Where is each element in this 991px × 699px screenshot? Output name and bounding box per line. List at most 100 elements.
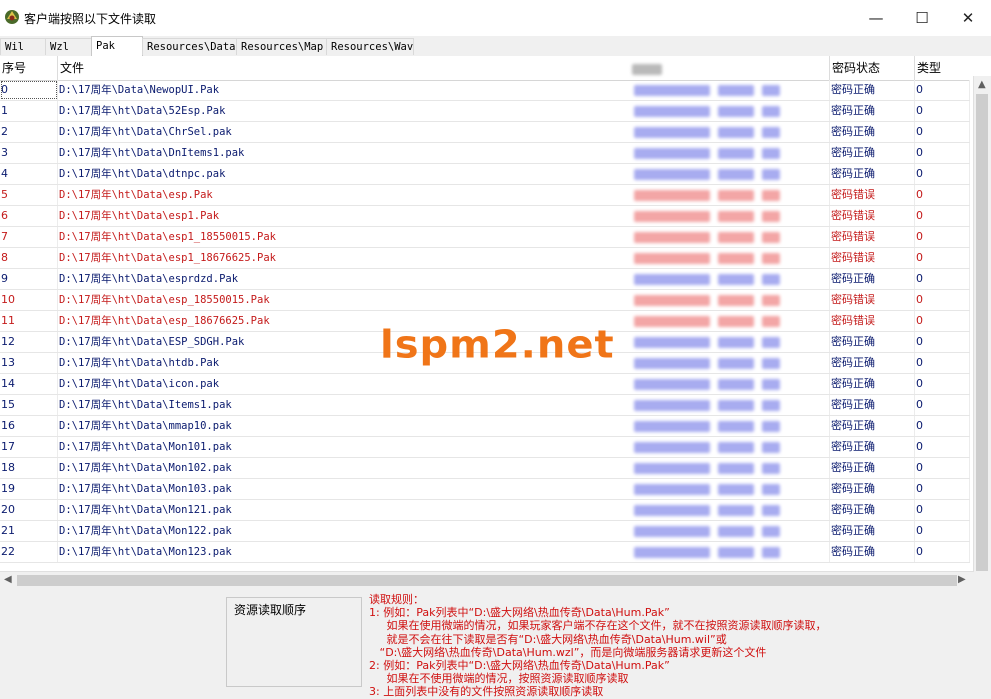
blurred-cell [762, 316, 780, 327]
blurred-cell [634, 379, 710, 390]
blurred-cell [762, 463, 780, 474]
table-row[interactable]: 14 D:\17周年\ht\Data\icon.pak 密码正确 0 [0, 374, 970, 395]
row-password-status: 密码错误 [830, 248, 915, 268]
table-row[interactable]: 8 D:\17周年\ht\Data\esp1_18676625.Pak 密码错误 0 [0, 248, 970, 269]
table-row[interactable]: 10 D:\17周年\ht\Data\esp_18550015.Pak 密码错误 0 [0, 290, 970, 311]
blurred-cell [634, 274, 710, 285]
table-row[interactable]: 7 D:\17周年\ht\Data\esp1_18550015.Pak 密码错误 0 [0, 227, 970, 248]
row-type: 0 [915, 500, 970, 520]
table-row[interactable]: 22 D:\17周年\ht\Data\Mon123.pak 密码正确 0 [0, 542, 970, 563]
table-row[interactable]: 15 D:\17周年\ht\Data\Items1.pak 密码正确 0 [0, 395, 970, 416]
blurred-cell [762, 547, 780, 558]
tab-resources-map[interactable]: Resources\Map [236, 38, 327, 55]
row-type: 0 [915, 290, 970, 310]
row-file-path: D:\17周年\ht\Data\ChrSel.pak [58, 122, 830, 142]
row-type: 0 [915, 101, 970, 121]
blurred-cell [762, 106, 780, 117]
row-file-path: D:\17周年\ht\Data\Mon122.pak [58, 521, 830, 541]
tab-wil[interactable]: Wil [0, 38, 46, 55]
blurred-cell [718, 379, 754, 390]
blurred-cell [634, 232, 710, 243]
row-type: 0 [915, 143, 970, 163]
tab-wzl[interactable]: Wzl [45, 38, 92, 55]
tab-bar: Wil Wzl Pak Resources\Data Resources\Map… [0, 36, 991, 57]
column-header-file[interactable]: 文件 [58, 56, 830, 80]
column-header-type[interactable]: 类型 [915, 56, 970, 80]
row-password-status: 密码错误 [830, 227, 915, 247]
row-index: 7 [0, 227, 58, 247]
row-type: 0 [915, 311, 970, 331]
table-row[interactable]: 9 D:\17周年\ht\Data\esprdzd.Pak 密码正确 0 [0, 269, 970, 290]
table-row[interactable]: 2 D:\17周年\ht\Data\ChrSel.pak 密码正确 0 [0, 122, 970, 143]
row-type: 0 [915, 80, 970, 100]
row-type: 0 [915, 353, 970, 373]
blurred-header [632, 64, 662, 75]
table-row[interactable]: 21 D:\17周年\ht\Data\Mon122.pak 密码正确 0 [0, 521, 970, 542]
blurred-cell [718, 211, 754, 222]
row-type: 0 [915, 416, 970, 436]
watermark: lspm2.net [380, 323, 615, 367]
row-file-path: D:\17周年\ht\Data\Mon123.pak [58, 542, 830, 562]
blurred-cell [762, 148, 780, 159]
row-file-path: D:\17周年\ht\Data\esprdzd.Pak [58, 269, 830, 289]
row-type: 0 [915, 479, 970, 499]
blurred-cell [762, 85, 780, 96]
blurred-cell [718, 463, 754, 474]
table-row[interactable]: 5 D:\17周年\ht\Data\esp.Pak 密码错误 0 [0, 185, 970, 206]
tab-resources-data[interactable]: Resources\Data [142, 38, 237, 55]
row-password-status: 密码错误 [830, 311, 915, 331]
row-password-status: 密码正确 [830, 416, 915, 436]
row-file-path: D:\17周年\ht\Data\icon.pak [58, 374, 830, 394]
vertical-scrollbar[interactable]: ▲ [973, 76, 991, 571]
horizontal-scrollbar[interactable]: ◀ ▶ [0, 571, 974, 589]
row-file-path: D:\17周年\ht\Data\dtnpc.pak [58, 164, 830, 184]
table-row[interactable]: 20 D:\17周年\ht\Data\Mon121.pak 密码正确 0 [0, 500, 970, 521]
row-file-path: D:\17周年\ht\Data\esp1.Pak [58, 206, 830, 226]
scroll-up-icon[interactable]: ▲ [978, 79, 986, 90]
maximize-button[interactable]: ☐ [899, 0, 945, 36]
blurred-cell [762, 232, 780, 243]
tab-resources-wav[interactable]: Resources\Wav [326, 38, 414, 55]
blurred-cell [634, 547, 710, 558]
blurred-cell [762, 358, 780, 369]
blurred-cell [634, 421, 710, 432]
column-header-index[interactable]: 序号 [0, 56, 58, 80]
blurred-cell [762, 169, 780, 180]
table-row[interactable]: 17 D:\17周年\ht\Data\Mon101.pak 密码正确 0 [0, 437, 970, 458]
minimize-button[interactable]: — [853, 0, 899, 36]
row-index: 19 [0, 479, 58, 499]
row-index: 6 [0, 206, 58, 226]
row-password-status: 密码正确 [830, 521, 915, 541]
table-row[interactable]: 1 D:\17周年\ht\Data\52Esp.Pak 密码正确 0 [0, 101, 970, 122]
close-button[interactable]: ✕ [945, 0, 991, 36]
blurred-cell [762, 274, 780, 285]
blurred-cell [762, 526, 780, 537]
blurred-cell [634, 148, 710, 159]
table-row[interactable]: 3 D:\17周年\ht\Data\DnItems1.pak 密码正确 0 [0, 143, 970, 164]
table-row[interactable]: 16 D:\17周年\ht\Data\mmap10.pak 密码正确 0 [0, 416, 970, 437]
horizontal-scroll-thumb[interactable] [17, 575, 957, 586]
table-row[interactable]: 0 D:\17周年\Data\NewopUI.Pak 密码正确 0 [0, 80, 970, 101]
row-type: 0 [915, 185, 970, 205]
table-row[interactable]: 4 D:\17周年\ht\Data\dtnpc.pak 密码正确 0 [0, 164, 970, 185]
row-password-status: 密码正确 [830, 164, 915, 184]
file-list[interactable]: 序号 文件 密码状态 类型 0 D:\17周年\Data\NewopUI.Pak 密… [0, 56, 991, 571]
tab-pak[interactable]: Pak [91, 36, 143, 57]
blurred-cell [762, 127, 780, 138]
row-password-status: 密码正确 [830, 143, 915, 163]
row-type: 0 [915, 374, 970, 394]
column-header-password-status[interactable]: 密码状态 [830, 56, 915, 80]
table-row[interactable]: 6 D:\17周年\ht\Data\esp1.Pak 密码错误 0 [0, 206, 970, 227]
blurred-cell [718, 400, 754, 411]
table-row[interactable]: 18 D:\17周年\ht\Data\Mon102.pak 密码正确 0 [0, 458, 970, 479]
blurred-cell [718, 295, 754, 306]
vertical-scroll-thumb[interactable] [976, 94, 988, 571]
scroll-right-icon[interactable]: ▶ [958, 574, 966, 585]
scroll-left-icon[interactable]: ◀ [4, 574, 12, 585]
read-order-group[interactable]: 资源读取顺序 [226, 597, 362, 687]
table-row[interactable]: 19 D:\17周年\ht\Data\Mon103.pak 密码正确 0 [0, 479, 970, 500]
row-type: 0 [915, 542, 970, 562]
blurred-cell [634, 526, 710, 537]
window-title: 客户端按照以下文件读取 [24, 12, 157, 26]
blurred-cell [634, 316, 710, 327]
